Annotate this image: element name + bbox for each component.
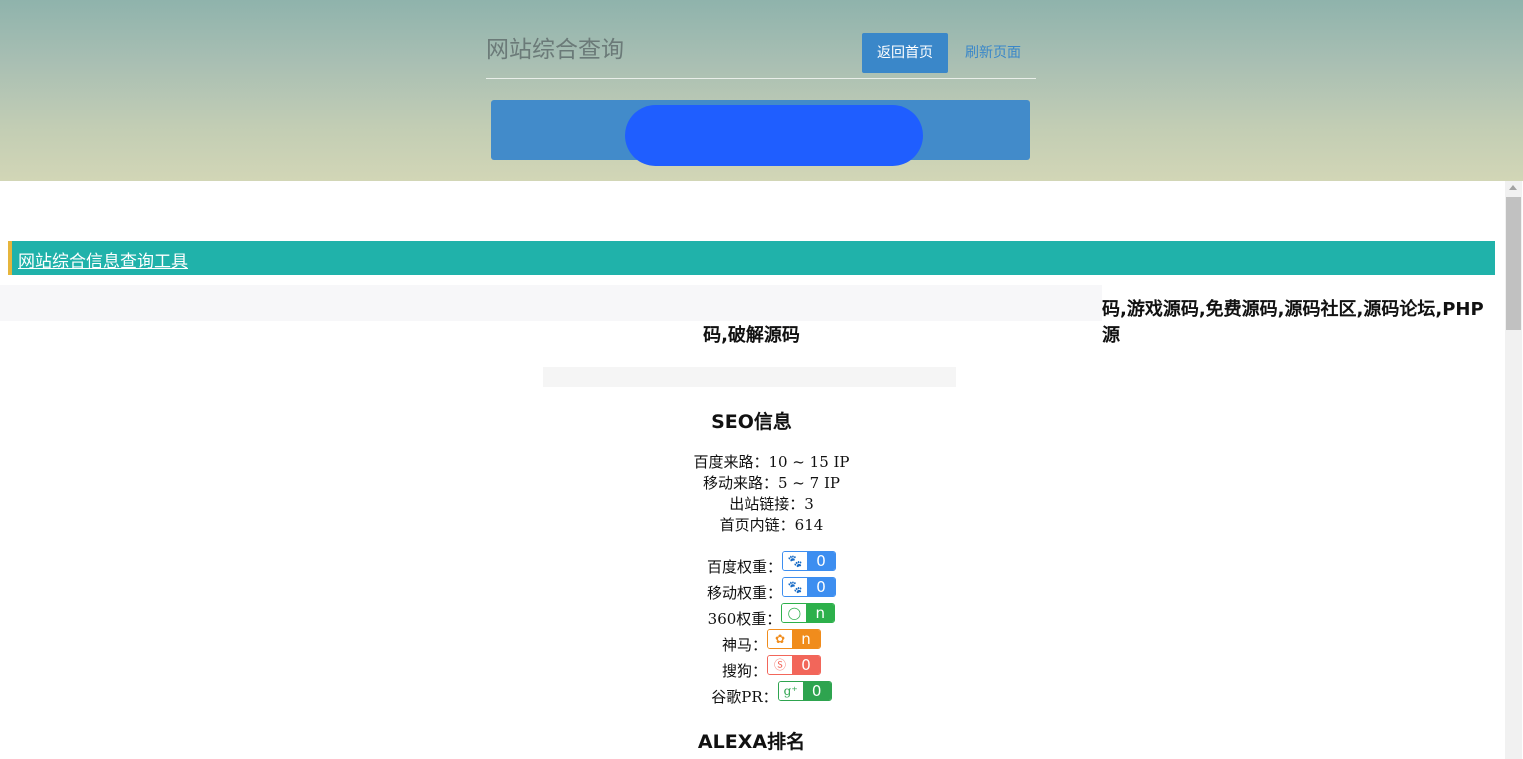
baidu-traffic: 百度来路：10 ~ 15 IP <box>693 453 850 471</box>
scroll-thumb[interactable] <box>1506 197 1521 330</box>
weight-value: 0 <box>802 682 831 700</box>
internal-links: 首页内链：614 <box>719 516 824 534</box>
tool-title-link[interactable]: 网站综合信息查询工具 <box>18 247 188 272</box>
query-panel <box>491 100 1030 166</box>
weight-row: 移动权重： 🐾 0 <box>0 577 1523 603</box>
weight-value: 0 <box>792 656 820 674</box>
seo-section-title: SEO信息 <box>711 411 792 433</box>
header-bar: 网站综合查询 返回首页 刷新页面 <box>486 0 1036 181</box>
weight-label: 谷歌PR： <box>711 688 778 706</box>
weight-badge[interactable]: ✿ n <box>767 629 821 649</box>
weight-badge[interactable]: Ⓢ 0 <box>767 655 821 675</box>
360-icon: ◯ <box>782 604 807 622</box>
weight-label: 百度权重： <box>706 558 782 576</box>
home-button[interactable]: 返回首页 <box>862 33 948 73</box>
weight-label: 移动权重： <box>706 584 782 602</box>
shenma-icon: ✿ <box>768 630 792 648</box>
weight-label: 搜狗： <box>721 662 767 680</box>
mobile-traffic: 移动来路：5 ~ 7 IP <box>703 474 840 492</box>
baidu-mobile-paw-icon: 🐾 <box>783 578 807 596</box>
refresh-link[interactable]: 刷新页面 <box>965 33 1021 73</box>
weight-value: 0 <box>807 552 835 570</box>
weight-badge[interactable]: 🐾 0 <box>782 577 836 597</box>
header-divider <box>486 78 1036 79</box>
weight-badge[interactable]: g⁺ 0 <box>777 681 832 701</box>
hero-header: 网站综合查询 返回首页 刷新页面 <box>0 0 1523 181</box>
weight-value: 0 <box>807 578 835 596</box>
outbound-links: 出站链接：3 <box>729 495 814 513</box>
scroll-up-arrow-icon[interactable] <box>1509 185 1517 190</box>
alexa-section-title: ALEXA排名 <box>697 731 806 753</box>
site-title: 网站综合查询 <box>486 37 624 63</box>
sogou-icon: Ⓢ <box>768 656 792 674</box>
weight-value: n <box>806 604 835 622</box>
weight-row: 谷歌PR： g⁺ 0 <box>0 681 1523 707</box>
tool-title-bar: 网站综合信息查询工具 <box>8 241 1495 275</box>
weight-label: 360权重： <box>707 610 782 628</box>
ad-strip <box>0 285 1102 321</box>
query-button[interactable] <box>625 105 923 166</box>
weight-badge[interactable]: 🐾 0 <box>782 551 836 571</box>
placeholder-box <box>543 367 956 387</box>
weight-label: 神马： <box>721 636 767 654</box>
site-keywords-line2: 码,破解源码 <box>703 325 800 346</box>
seo-info-list: 百度来路：10 ~ 15 IP 移动来路：5 ~ 7 IP 出站链接：3 首页内… <box>0 452 1523 536</box>
google-plus-icon: g⁺ <box>778 682 803 700</box>
weight-list: 百度权重： 🐾 0 移动权重： 🐾 0 360权重： ◯ n 神马： ✿ n 搜狗： Ⓢ 0 谷歌PR： g⁺ 0 <box>0 551 1523 707</box>
weight-row: 百度权重： 🐾 0 <box>0 551 1523 577</box>
weight-row: 360权重： ◯ n <box>0 603 1523 629</box>
weight-value: n <box>792 630 820 648</box>
weight-row: 神马： ✿ n <box>0 629 1523 655</box>
weight-row: 搜狗： Ⓢ 0 <box>0 655 1523 681</box>
weight-badge[interactable]: ◯ n <box>781 603 836 623</box>
baidu-paw-icon: 🐾 <box>783 552 807 570</box>
